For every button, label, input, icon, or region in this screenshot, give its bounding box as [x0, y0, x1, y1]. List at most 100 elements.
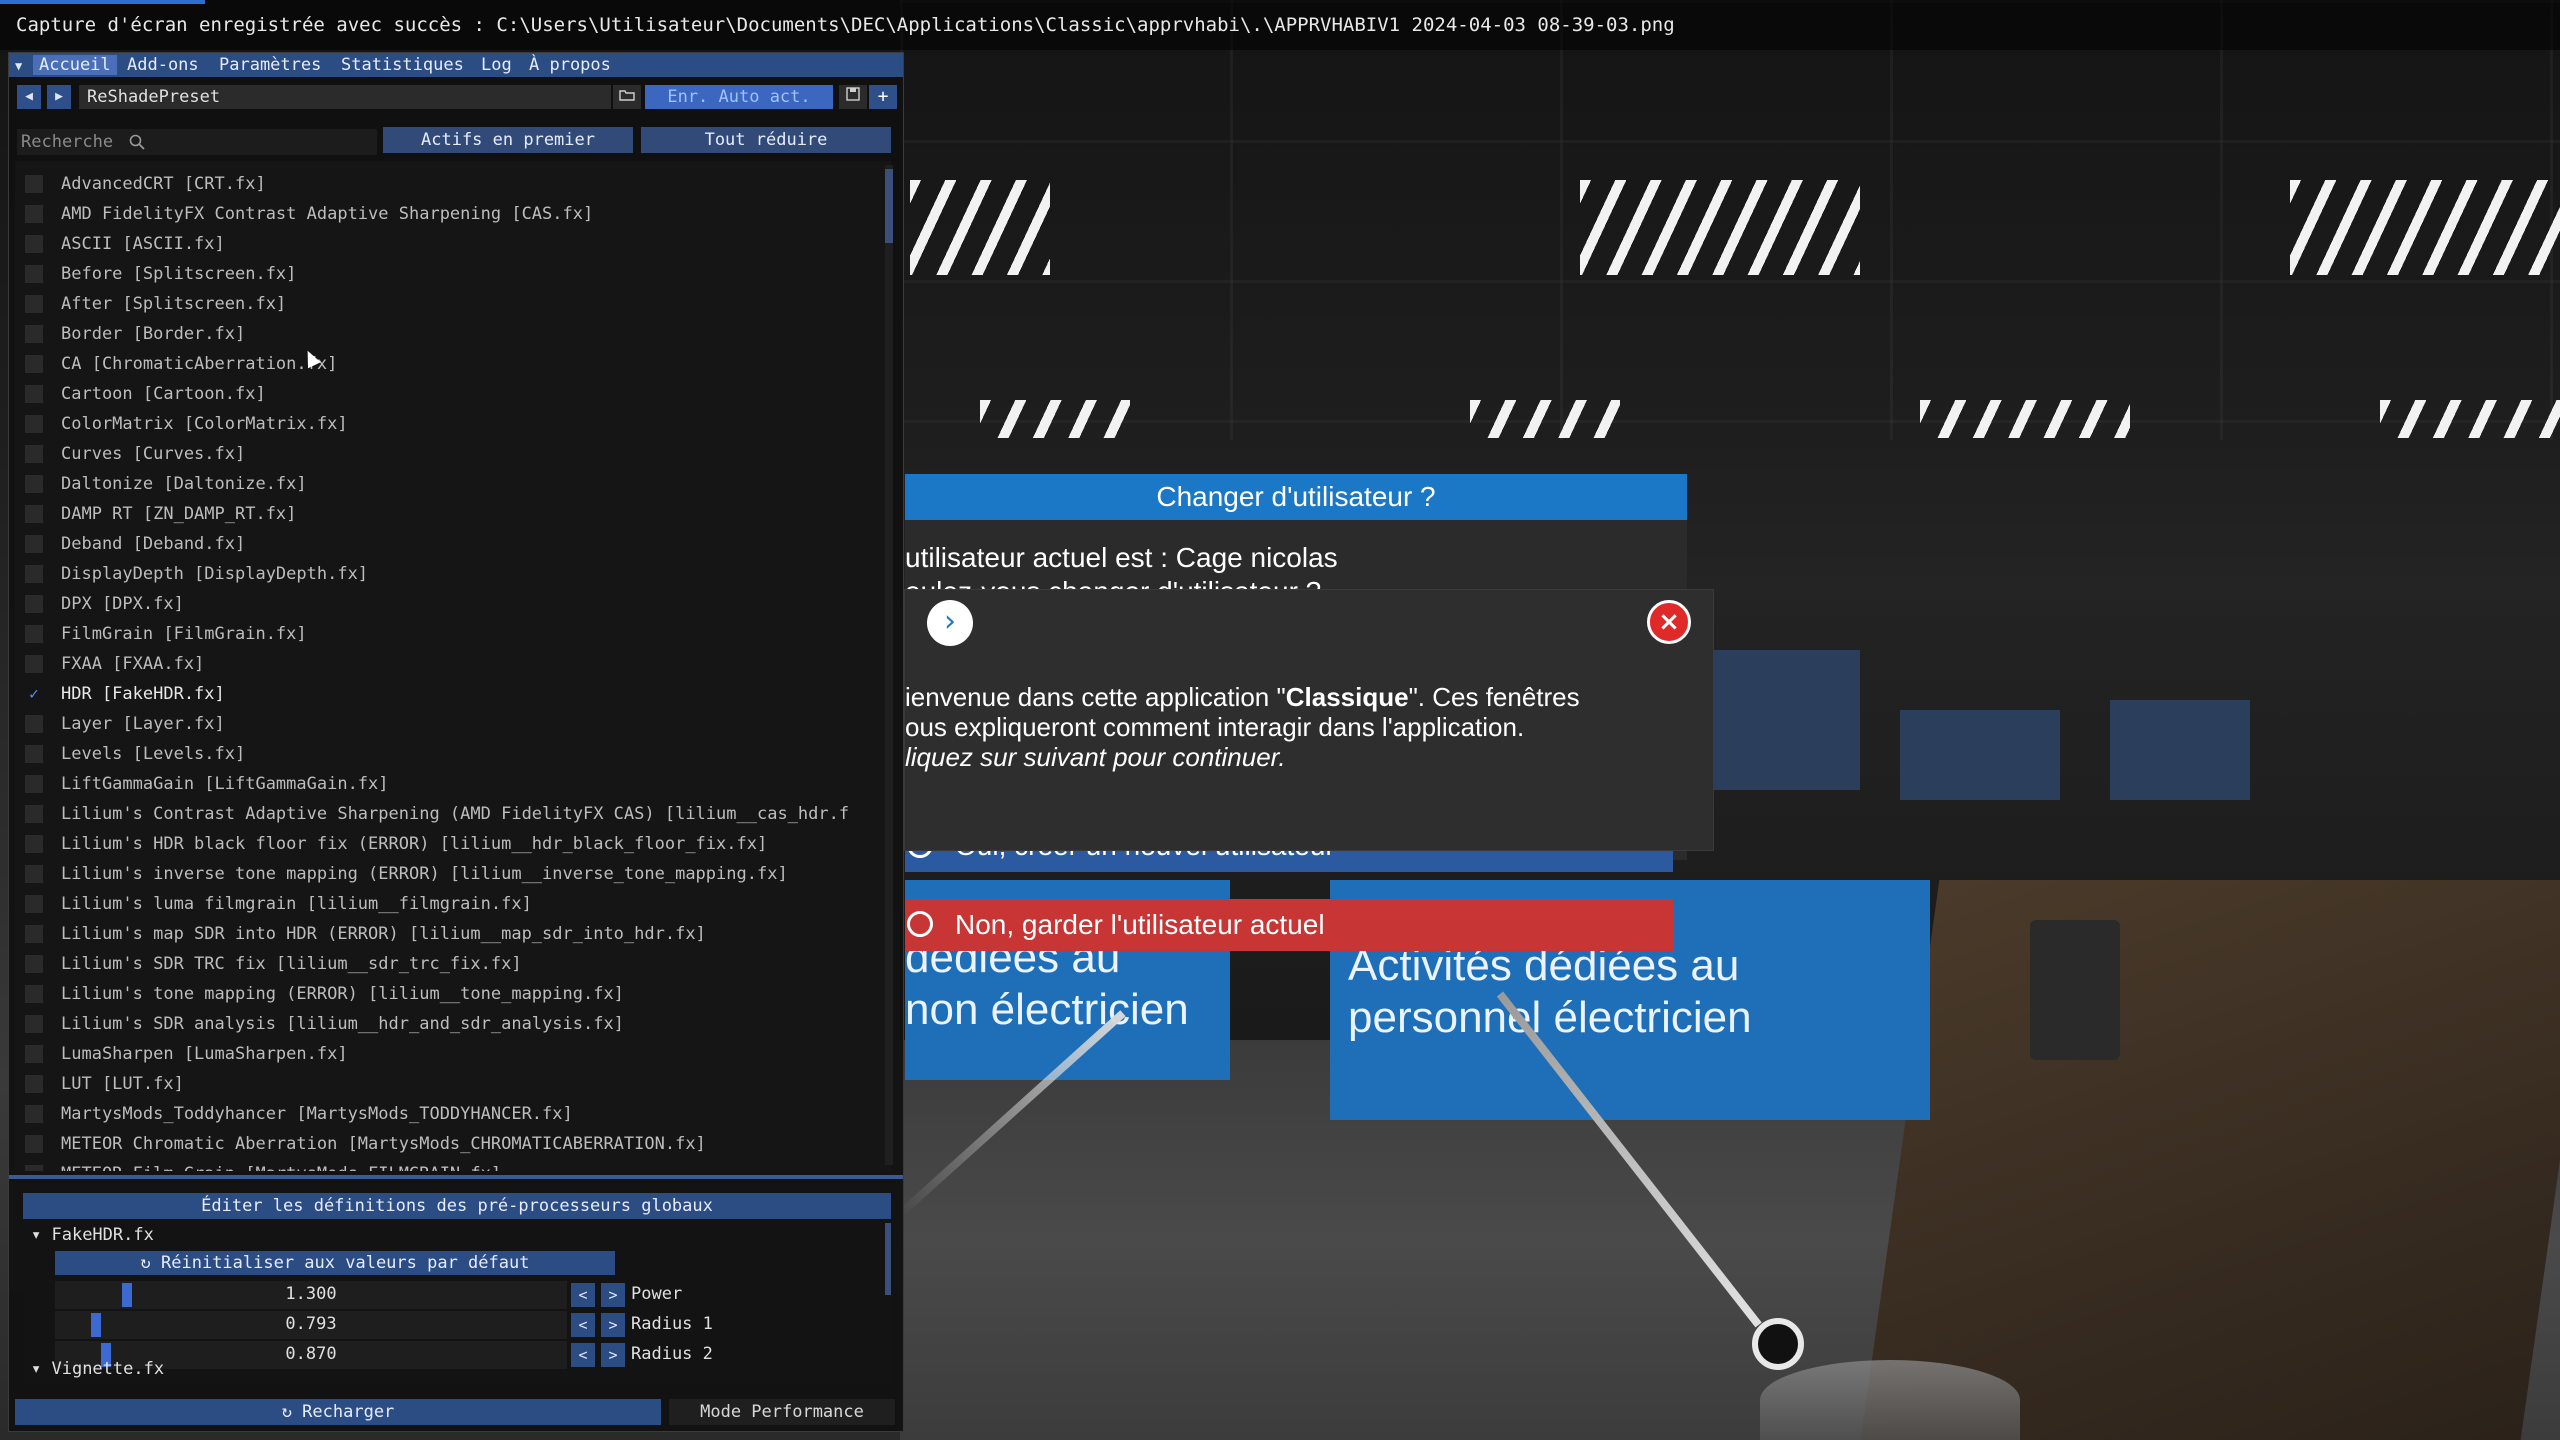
checkbox-checked-icon[interactable]: ✓: [25, 685, 43, 703]
effect-list-scrollbar[interactable]: [885, 165, 893, 1165]
settings-scrollbar[interactable]: [885, 1223, 891, 1295]
checkbox-icon[interactable]: [25, 865, 43, 883]
effect-row[interactable]: LumaSharpen [LumaSharpen.fx]: [15, 1039, 875, 1069]
effect-row[interactable]: After [Splitscreen.fx]: [15, 289, 875, 319]
effect-row[interactable]: ✓ HDR [FakeHDR.fx]: [15, 679, 875, 709]
effect-row[interactable]: Levels [Levels.fx]: [15, 739, 875, 769]
effect-row[interactable]: Before [Splitscreen.fx]: [15, 259, 875, 289]
effect-row[interactable]: Lilium's tone mapping (ERROR) [lilium__t…: [15, 979, 875, 1009]
tab-a-propos[interactable]: À propos: [523, 55, 617, 75]
effect-row[interactable]: MartysMods_Toddyhancer [MartysMods_TODDY…: [15, 1099, 875, 1129]
collapse-all-button[interactable]: Tout réduire: [641, 127, 891, 153]
checkbox-icon[interactable]: [25, 415, 43, 433]
checkbox-icon[interactable]: [25, 385, 43, 403]
panel-splitter[interactable]: [9, 1175, 903, 1179]
effect-row[interactable]: DPX [DPX.fx]: [15, 589, 875, 619]
performance-mode-toggle[interactable]: Mode Performance: [669, 1399, 895, 1425]
effect-row[interactable]: Border [Border.fx]: [15, 319, 875, 349]
checkbox-icon[interactable]: [25, 1075, 43, 1093]
increment-button[interactable]: >: [601, 1283, 625, 1307]
checkbox-icon[interactable]: [25, 1135, 43, 1153]
folder-icon[interactable]: [613, 85, 641, 109]
effect-row[interactable]: METEOR Film Grain [MartysMods_FILMGRAIN.…: [15, 1159, 875, 1171]
checkbox-icon[interactable]: [25, 925, 43, 943]
checkbox-icon[interactable]: [25, 325, 43, 343]
checkbox-icon[interactable]: [25, 985, 43, 1003]
increment-button[interactable]: >: [601, 1343, 625, 1367]
effect-row[interactable]: Cartoon [Cartoon.fx]: [15, 379, 875, 409]
increment-button[interactable]: >: [601, 1313, 625, 1337]
effect-row[interactable]: LiftGammaGain [LiftGammaGain.fx]: [15, 769, 875, 799]
effect-row[interactable]: DAMP RT [ZN_DAMP_RT.fx]: [15, 499, 875, 529]
next-arrow-icon[interactable]: ›: [927, 600, 973, 646]
checkbox-icon[interactable]: [25, 655, 43, 673]
checkbox-icon[interactable]: [25, 445, 43, 463]
checkbox-icon[interactable]: [25, 835, 43, 853]
param-slider[interactable]: 0.793: [55, 1311, 567, 1339]
effect-row[interactable]: Layer [Layer.fx]: [15, 709, 875, 739]
checkbox-icon[interactable]: [25, 715, 43, 733]
checkbox-icon[interactable]: [25, 955, 43, 973]
checkbox-icon[interactable]: [25, 1165, 43, 1171]
effect-row[interactable]: AdvancedCRT [CRT.fx]: [15, 169, 875, 199]
checkbox-icon[interactable]: [25, 1105, 43, 1123]
effect-row[interactable]: Lilium's SDR analysis [lilium__hdr_and_s…: [15, 1009, 875, 1039]
checkbox-icon[interactable]: [25, 475, 43, 493]
reset-defaults-button[interactable]: ↻ Réinitialiser aux valeurs par défaut: [55, 1251, 615, 1275]
decrement-button[interactable]: <: [571, 1313, 595, 1337]
effect-row[interactable]: Lilium's HDR black floor fix (ERROR) [li…: [15, 829, 875, 859]
checkbox-icon[interactable]: [25, 1015, 43, 1033]
checkbox-icon[interactable]: [25, 595, 43, 613]
checkbox-icon[interactable]: [25, 265, 43, 283]
effect-row[interactable]: Lilium's map SDR into HDR (ERROR) [liliu…: [15, 919, 875, 949]
effect-row[interactable]: Lilium's Contrast Adaptive Sharpening (A…: [15, 799, 875, 829]
effect-row[interactable]: Lilium's SDR TRC fix [lilium__sdr_trc_fi…: [15, 949, 875, 979]
checkbox-icon[interactable]: [25, 205, 43, 223]
save-icon[interactable]: [839, 85, 867, 109]
keep-user-button[interactable]: Non, garder l'utilisateur actuel: [905, 899, 1673, 951]
effect-row[interactable]: METEOR Chromatic Aberration [MartysMods_…: [15, 1129, 875, 1159]
preset-name-field[interactable]: ReShadePreset: [79, 85, 611, 109]
effect-row[interactable]: CA [ChromaticAberration.fx]: [15, 349, 875, 379]
group-fakehdr[interactable]: ▾ FakeHDR.fx: [31, 1225, 154, 1245]
tab-statistiques[interactable]: Statistiques: [335, 55, 470, 75]
checkbox-icon[interactable]: [25, 235, 43, 253]
next-preset-button[interactable]: ▶: [47, 85, 71, 109]
effect-row[interactable]: Curves [Curves.fx]: [15, 439, 875, 469]
effect-row[interactable]: LUT [LUT.fx]: [15, 1069, 875, 1099]
checkbox-icon[interactable]: [25, 355, 43, 373]
close-icon[interactable]: ×: [1647, 600, 1691, 644]
effect-row[interactable]: FXAA [FXAA.fx]: [15, 649, 875, 679]
checkbox-icon[interactable]: [25, 175, 43, 193]
tab-log[interactable]: Log: [475, 55, 518, 75]
checkbox-icon[interactable]: [25, 775, 43, 793]
effect-row[interactable]: Lilium's inverse tone mapping (ERROR) [l…: [15, 859, 875, 889]
effect-row[interactable]: AMD FidelityFX Contrast Adaptive Sharpen…: [15, 199, 875, 229]
effect-row[interactable]: Deband [Deband.fx]: [15, 529, 875, 559]
checkbox-icon[interactable]: [25, 295, 43, 313]
checkbox-icon[interactable]: [25, 565, 43, 583]
active-first-button[interactable]: Actifs en premier: [383, 127, 633, 153]
tab-addons[interactable]: Add-ons: [121, 55, 205, 75]
checkbox-icon[interactable]: [25, 1045, 43, 1063]
search-input[interactable]: Recherche: [17, 129, 377, 155]
checkbox-icon[interactable]: [25, 805, 43, 823]
group-vignette[interactable]: ▾ Vignette.fx: [31, 1359, 164, 1379]
add-preset-button[interactable]: +: [869, 85, 897, 109]
effect-row[interactable]: ASCII [ASCII.fx]: [15, 229, 875, 259]
checkbox-icon[interactable]: [25, 535, 43, 553]
effect-row[interactable]: ColorMatrix [ColorMatrix.fx]: [15, 409, 875, 439]
autosave-toggle[interactable]: Enr. Auto act.: [645, 85, 833, 109]
prev-preset-button[interactable]: ◀: [17, 85, 41, 109]
effect-list-scroll-thumb[interactable]: [885, 169, 893, 243]
tab-parametres[interactable]: Paramètres: [213, 55, 327, 75]
decrement-button[interactable]: <: [571, 1343, 595, 1367]
effect-row[interactable]: DisplayDepth [DisplayDepth.fx]: [15, 559, 875, 589]
decrement-button[interactable]: <: [571, 1283, 595, 1307]
reload-button[interactable]: ↻ Recharger: [15, 1399, 661, 1425]
checkbox-icon[interactable]: [25, 895, 43, 913]
checkbox-icon[interactable]: [25, 505, 43, 523]
effect-row[interactable]: Lilium's luma filmgrain [lilium__filmgra…: [15, 889, 875, 919]
edit-preprocessor-button[interactable]: Éditer les définitions des pré-processeu…: [23, 1193, 891, 1219]
checkbox-icon[interactable]: [25, 625, 43, 643]
